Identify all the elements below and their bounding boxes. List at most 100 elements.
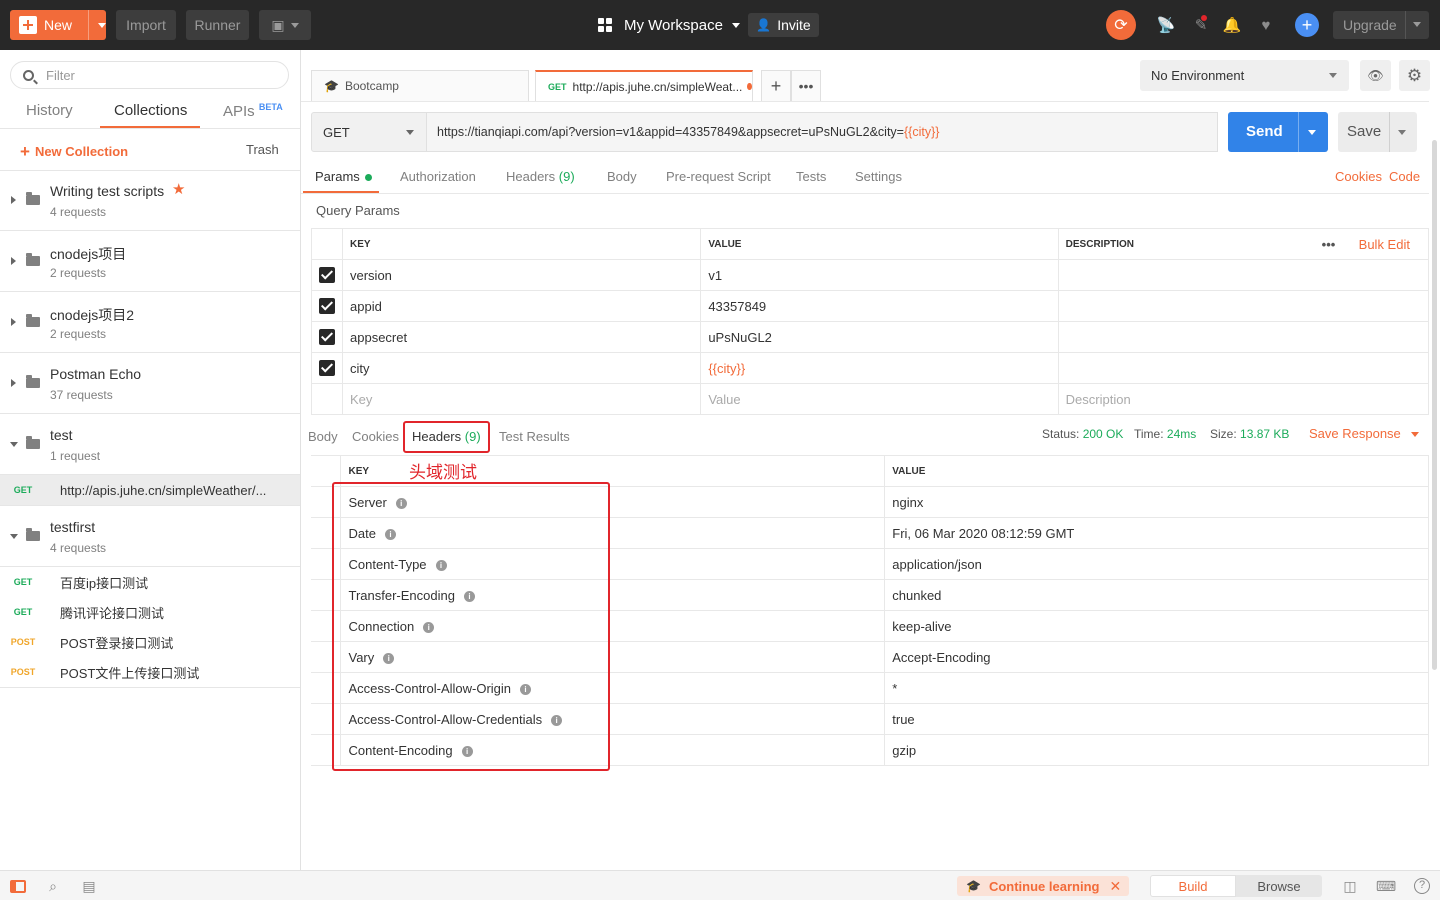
add-icon[interactable]: + [1295, 13, 1319, 37]
param-value[interactable]: 43357849 [700, 290, 1059, 322]
build-mode-button[interactable]: Build [1150, 875, 1236, 897]
chevron-down-icon[interactable] [98, 23, 106, 28]
tab-body[interactable]: Body [607, 169, 637, 184]
param-key[interactable]: city [341, 352, 702, 384]
caret-right-icon[interactable] [11, 257, 16, 265]
collection-item[interactable]: testfirst 4 requests [0, 506, 300, 567]
collection-item[interactable]: Postman Echo 37 requests [0, 353, 300, 414]
response-tab-test-results[interactable]: Test Results [499, 429, 570, 444]
trash-button[interactable]: Trash [246, 142, 279, 157]
manage-environments-button[interactable]: ⚙ [1399, 60, 1430, 91]
code-link[interactable]: Code [1389, 169, 1420, 184]
tab-params[interactable]: Params [315, 169, 372, 184]
satellite-icon[interactable]: 📡 [1156, 15, 1176, 35]
filter-input[interactable] [46, 67, 266, 83]
keyboard-icon[interactable]: ⌨ [1376, 878, 1396, 894]
close-icon[interactable]: ✕ [1109, 878, 1121, 895]
request-item[interactable]: GET 腾讯评论接口测试 [0, 597, 300, 627]
param-description[interactable] [1057, 290, 1430, 322]
param-value[interactable]: v1 [700, 259, 1059, 291]
collection-item[interactable]: Writing test scripts ★ 4 requests [0, 170, 300, 231]
bulk-edit-link[interactable]: Bulk Edit [1359, 237, 1410, 252]
url-input[interactable]: https://tianqiapi.com/api?version=v1&app… [427, 112, 1218, 152]
environment-select[interactable]: No Environment [1140, 60, 1349, 91]
upgrade-button[interactable]: Upgrade [1333, 11, 1429, 39]
browse-mode-button[interactable]: Browse [1236, 875, 1322, 897]
param-value[interactable]: {{city}} [700, 352, 1059, 384]
param-key[interactable]: appid [341, 290, 702, 322]
bell-icon[interactable]: 🔔 [1222, 15, 1242, 35]
chevron-down-icon[interactable] [1398, 130, 1406, 135]
tab-tests[interactable]: Tests [796, 169, 826, 184]
tab-settings[interactable]: Settings [855, 169, 902, 184]
param-description[interactable] [1057, 352, 1430, 384]
continue-learning-button[interactable]: 🎓 Continue learning ✕ [957, 876, 1129, 896]
tab-apis[interactable]: APIs BETA [223, 102, 283, 120]
invite-button[interactable]: 👤 Invite [748, 13, 819, 37]
method-select[interactable]: GET [311, 112, 427, 152]
caret-down-icon[interactable] [10, 534, 18, 539]
new-key-input[interactable]: Key [341, 383, 702, 415]
tab-prerequest-script[interactable]: Pre-request Script [666, 169, 771, 184]
checkbox[interactable] [319, 329, 335, 346]
chevron-down-icon[interactable] [1413, 22, 1421, 27]
send-button[interactable]: Send [1228, 112, 1328, 152]
scrollbar[interactable] [1432, 140, 1437, 670]
response-tab-cookies[interactable]: Cookies [352, 429, 399, 444]
tab-headers[interactable]: Headers (9) [506, 169, 575, 184]
console-icon[interactable]: ▤ [80, 878, 98, 894]
collection-count: 4 requests [50, 205, 107, 219]
cookies-link[interactable]: Cookies [1335, 169, 1382, 184]
new-description-input[interactable]: Description [1057, 383, 1430, 415]
new-value-input[interactable]: Value [700, 383, 1059, 415]
table-row: appid 43357849 [311, 290, 1430, 322]
tab-history[interactable]: History [26, 102, 73, 119]
param-value[interactable]: uPsNuGL2 [700, 321, 1059, 353]
response-tab-body[interactable]: Body [308, 429, 338, 444]
environment-quick-look-button[interactable]: 👁 [1360, 60, 1391, 91]
new-button[interactable]: New [10, 10, 106, 40]
import-button[interactable]: Import [116, 10, 176, 40]
tab-bootcamp[interactable]: 🎓 Bootcamp [311, 70, 529, 101]
request-item[interactable]: GET 百度ip接口测试 [0, 567, 300, 597]
tab-collections[interactable]: Collections [114, 102, 187, 119]
sidebar-toggle-icon[interactable] [9, 878, 27, 894]
param-description[interactable] [1057, 259, 1430, 291]
find-icon[interactable]: ⌕ [44, 878, 62, 894]
chevron-down-icon[interactable] [1308, 130, 1316, 135]
new-window-button[interactable]: ▣ [259, 10, 311, 40]
environment-label: No Environment [1151, 68, 1245, 83]
two-pane-icon[interactable]: ◫ [1341, 878, 1359, 894]
tab-options-button[interactable]: ••• [791, 70, 821, 101]
request-item[interactable]: GET http://apis.juhe.cn/simpleWeather/..… [0, 475, 300, 505]
more-icon[interactable]: ••• [1322, 237, 1336, 252]
heart-icon[interactable]: ♥ [1256, 15, 1276, 35]
collection-item[interactable]: cnodejs项目 2 requests [0, 231, 300, 292]
request-item[interactable]: POST POST文件上传接口测试 [0, 657, 300, 687]
star-icon[interactable]: ★ [172, 180, 185, 198]
checkbox[interactable] [319, 298, 335, 315]
collection-item[interactable]: cnodejs项目2 2 requests [0, 292, 300, 353]
checkbox[interactable] [319, 360, 335, 377]
caret-down-icon[interactable] [10, 442, 18, 447]
caret-right-icon[interactable] [11, 379, 16, 387]
tab-request[interactable]: GET http://apis.juhe.cn/simpleWeat... [535, 70, 753, 101]
save-response-button[interactable]: Save Response [1309, 426, 1419, 441]
collection-item[interactable]: test 1 request [0, 414, 300, 475]
add-tab-button[interactable]: + [761, 70, 791, 101]
workspace-switcher[interactable]: My Workspace [598, 14, 740, 36]
new-collection-button[interactable]: + New Collection [20, 142, 128, 162]
param-key[interactable]: appsecret [341, 321, 702, 353]
filter-box[interactable] [10, 61, 289, 89]
checkbox[interactable] [319, 267, 335, 284]
runner-button[interactable]: Runner [186, 10, 249, 40]
param-description[interactable] [1057, 321, 1430, 353]
request-item[interactable]: POST POST登录接口测试 [0, 627, 300, 657]
param-key[interactable]: version [341, 259, 702, 291]
caret-right-icon[interactable] [11, 318, 16, 326]
help-icon[interactable]: ? [1413, 878, 1431, 894]
caret-right-icon[interactable] [11, 196, 16, 204]
tab-authorization[interactable]: Authorization [400, 169, 476, 184]
sync-icon[interactable]: ⟳ [1106, 10, 1136, 40]
save-button[interactable]: Save [1338, 112, 1417, 152]
